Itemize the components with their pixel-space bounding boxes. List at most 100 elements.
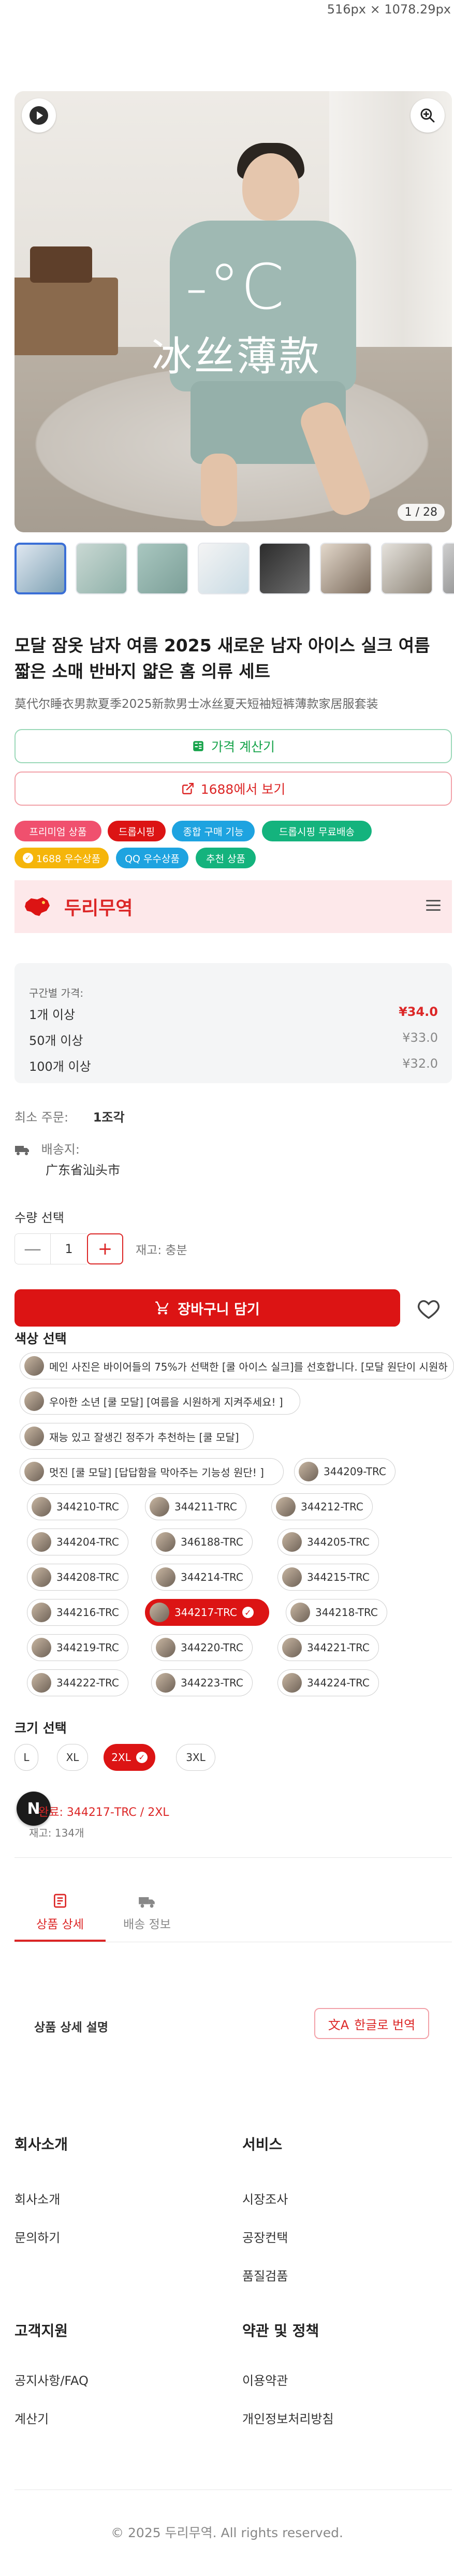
size-option[interactable]: XL	[57, 1744, 88, 1771]
color-option[interactable]: 344214-TRC	[151, 1564, 253, 1591]
size-option[interactable]: 3XL	[176, 1744, 215, 1771]
badge-recommended: 추천 상품	[196, 848, 256, 868]
shipping-origin: 배송지:	[14, 1139, 80, 1157]
color-thumbnail	[276, 1497, 296, 1517]
product-title: 모달 잠옷 남자 여름 2025 새로운 남자 아이스 실크 여름 짧은 소매 …	[14, 635, 430, 681]
product-main-image[interactable]: -°C 冰丝薄款 1 / 28	[14, 91, 452, 532]
thumbnail-strip[interactable]	[14, 543, 454, 596]
thumbnail[interactable]	[137, 543, 188, 594]
thumbnail[interactable]	[76, 543, 127, 594]
footer-link[interactable]: 품질검품	[242, 2266, 288, 2284]
footer-link[interactable]: 이용약관	[242, 2370, 288, 2389]
thumbnail[interactable]	[442, 543, 454, 594]
add-to-cart-button[interactable]: 장바구니 담기	[14, 1289, 400, 1327]
color-option[interactable]: 344212-TRC	[271, 1493, 373, 1520]
color-option[interactable]: 344218-TRC	[286, 1599, 387, 1626]
color-option[interactable]: 멋진 [쿨 모달] [답답함을 막아주는 기능성 원단! ]	[20, 1458, 284, 1485]
copyright: © 2025 두리무역. All rights reserved.	[111, 2525, 343, 2540]
color-option[interactable]: 344209-TRC	[294, 1458, 396, 1485]
footer-link[interactable]: 회사소개	[14, 2189, 60, 2207]
color-option[interactable]: 344216-TRC	[27, 1599, 128, 1626]
tab-shipping-info[interactable]: 배송 정보	[101, 1885, 193, 1942]
price-calculator-button[interactable]: 가격 계산기	[14, 729, 452, 763]
color-option-label: 멋진 [쿨 모달] [답답함을 막아주는 기능성 원단! ]	[49, 1466, 264, 1479]
color-thumbnail	[282, 1673, 302, 1693]
color-option-label: 344211-TRC	[174, 1501, 237, 1513]
video-play-button[interactable]	[22, 98, 56, 133]
external-link-icon	[182, 783, 194, 794]
menu-icon[interactable]	[426, 900, 441, 914]
footer-link[interactable]: 공장컨택	[242, 2228, 288, 2246]
tab-label: 상품 상세	[36, 1918, 84, 1931]
thumbnail[interactable]	[320, 543, 372, 594]
thumbnail[interactable]	[14, 543, 66, 594]
color-option[interactable]: 메인 사진은 바이어들의 75%가 선택한 [쿨 아이스 실크]를 선호합니다.…	[20, 1352, 454, 1379]
color-option[interactable]: 344223-TRC	[151, 1669, 253, 1696]
badge-1688-excellent: ✓ 1688 우수상품	[14, 848, 109, 868]
brand-name[interactable]: 두리무역	[64, 893, 133, 920]
model-leg	[201, 454, 237, 526]
price-calculator-label: 가격 계산기	[211, 739, 275, 754]
tier-price: ¥34.0	[399, 1005, 438, 1019]
badge-premium: 프리미엄 상품	[14, 821, 101, 841]
tab-product-detail[interactable]: 상품 상세	[14, 1885, 106, 1942]
image-counter: 1 / 28	[397, 504, 445, 521]
color-option-label: 344214-TRC	[181, 1571, 243, 1583]
zoom-button[interactable]	[411, 98, 445, 133]
color-option[interactable]: 344220-TRC	[151, 1634, 253, 1661]
color-thumbnail	[32, 1603, 51, 1622]
tier-row: 100개 이상 ¥32.0	[29, 1056, 438, 1074]
color-option-label: 344222-TRC	[56, 1677, 119, 1689]
color-option-label: 344208-TRC	[56, 1571, 119, 1583]
color-option[interactable]: 346188-TRC	[151, 1529, 253, 1555]
footer-link[interactable]: 계산기	[14, 2409, 49, 2427]
color-thumbnail	[32, 1532, 51, 1552]
color-option[interactable]: 344222-TRC	[27, 1669, 128, 1696]
color-option[interactable]: 344215-TRC	[277, 1564, 379, 1591]
brand-logo-map-icon[interactable]	[22, 895, 53, 918]
truck-icon	[139, 1897, 155, 1908]
quantity-decrease-button[interactable]: —	[14, 1233, 51, 1264]
size-option-selected[interactable]: 2XL ✓	[104, 1744, 155, 1771]
footer-link[interactable]: 개인정보처리방침	[242, 2409, 334, 2427]
footer-link[interactable]: 공지사항/FAQ	[14, 2370, 89, 2389]
color-option[interactable]: 344204-TRC	[27, 1529, 128, 1555]
color-option-label: 우아한 소년 [쿨 모달] [여름을 시원하게 지켜주세요! ]	[49, 1395, 283, 1408]
image-overlay-caption: 冰丝薄款	[152, 333, 322, 380]
thumbnail[interactable]	[259, 543, 311, 594]
thumbnail[interactable]	[381, 543, 433, 594]
model-head	[242, 153, 299, 221]
color-option[interactable]: 344224-TRC	[277, 1669, 379, 1696]
view-on-1688-label: 1688에서 보기	[200, 782, 286, 797]
translate-korean-button[interactable]: 文A 한글로 번역	[314, 2008, 429, 2039]
color-option[interactable]: 344219-TRC	[27, 1634, 128, 1661]
color-thumbnail	[150, 1497, 169, 1517]
footer-link[interactable]: 시장조사	[242, 2189, 288, 2207]
color-option[interactable]: 우아한 소년 [쿨 모달] [여름을 시원하게 지켜주세요! ]	[20, 1388, 300, 1415]
view-on-1688-button[interactable]: 1688에서 보기	[14, 772, 452, 806]
color-option[interactable]: 344205-TRC	[277, 1529, 379, 1555]
selection-stock: 재고: 134개	[29, 1827, 84, 1839]
color-option[interactable]: 344221-TRC	[277, 1634, 379, 1661]
size-option[interactable]: L	[14, 1744, 38, 1771]
color-option-label: 344205-TRC	[307, 1536, 370, 1548]
color-option-label: 344215-TRC	[307, 1571, 370, 1583]
color-option[interactable]: 344210-TRC	[27, 1493, 128, 1520]
wishlist-heart-icon[interactable]	[417, 1297, 441, 1321]
color-option[interactable]: 재능 있고 잘생긴 정주가 추천하는 [쿨 모달]	[20, 1423, 254, 1450]
thumbnail[interactable]	[198, 543, 250, 594]
badge-qq-excellent: QQ 우수상품	[116, 848, 188, 868]
footer-link[interactable]: 문의하기	[14, 2228, 60, 2246]
tier-row: 50개 이상 ¥33.0	[29, 1030, 438, 1049]
color-thumbnail	[290, 1603, 310, 1622]
quantity-increase-button[interactable]: +	[87, 1233, 123, 1264]
tier-pricing-label: 구간별 가격:	[29, 987, 84, 999]
color-option-selected[interactable]: 344217-TRC ✓	[145, 1599, 269, 1626]
calculator-icon	[193, 741, 203, 751]
tier-row: 1개 이상 ¥34.0	[29, 1005, 438, 1023]
quantity-input[interactable]: 1	[51, 1233, 87, 1264]
color-option[interactable]: 344208-TRC	[27, 1564, 128, 1591]
color-option[interactable]: 344211-TRC	[145, 1493, 246, 1520]
color-option-label: 344204-TRC	[56, 1536, 119, 1548]
selection-summary-text: 완료: 344217-TRC / 2XL	[38, 1806, 169, 1819]
